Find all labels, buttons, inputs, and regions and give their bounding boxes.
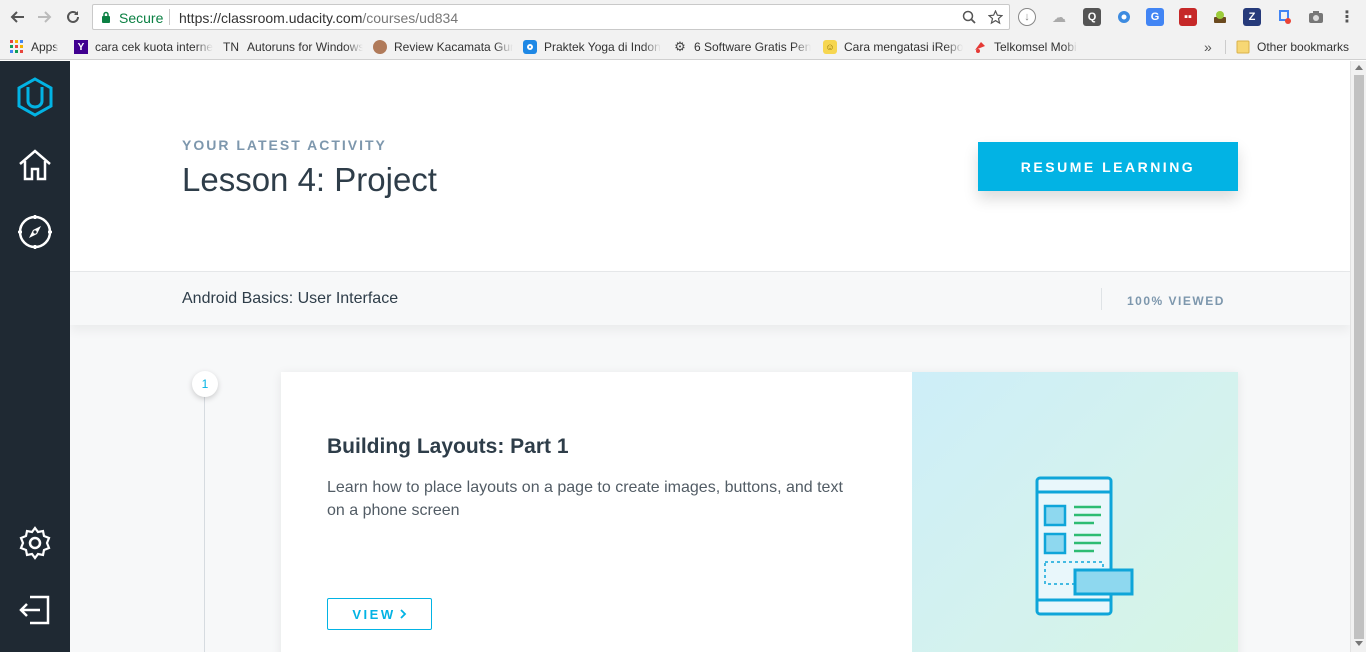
bookmark-label: Apps — [31, 40, 59, 54]
bookmarks-divider — [1225, 40, 1226, 54]
browser-toolbar: Secure https://classroom.udacity.com/cou… — [0, 0, 1366, 34]
view-lesson-button[interactable]: VIEW — [327, 598, 432, 630]
lesson-card-title: Building Layouts: Part 1 — [327, 435, 569, 458]
address-bar[interactable]: Secure https://classroom.udacity.com/cou… — [92, 4, 1010, 30]
bookmark-item[interactable]: ⚙ 6 Software Gratis Pen — [673, 38, 813, 56]
bookmark-label: Telkomsel Mobi — [994, 40, 1077, 54]
other-bookmarks-label: Other bookmarks — [1257, 40, 1350, 54]
shield-extension-icon[interactable] — [1115, 8, 1133, 26]
course-bar-divider — [1101, 288, 1102, 310]
bookmarks-bar: Apps Y cara cek kuota interne TN Autorun… — [0, 34, 1366, 60]
home-icon[interactable] — [15, 145, 55, 185]
cloud-extension-icon[interactable]: ☁ — [1050, 8, 1068, 26]
menu-extension-icon[interactable]: ▪▪ — [1179, 8, 1197, 26]
bookmark-item[interactable]: ☺ Cara mengatasi iRepo — [823, 38, 963, 56]
blue-square-icon — [523, 40, 537, 54]
forward-arrow-icon[interactable] — [34, 6, 56, 28]
bookmark-star-icon[interactable] — [987, 9, 1003, 25]
reload-icon[interactable] — [62, 6, 84, 28]
yellow-face-icon: ☺ — [823, 40, 837, 54]
download-extension-icon[interactable]: ↓ — [1018, 8, 1036, 26]
bookmark-label: Praktek Yoga di Indon — [544, 40, 661, 54]
camera-extension-icon[interactable] — [1307, 8, 1325, 26]
resume-learning-button[interactable]: RESUME LEARNING — [978, 142, 1238, 191]
app-sidebar — [0, 61, 70, 652]
url-text[interactable]: https://classroom.udacity.com/courses/ud… — [179, 10, 458, 26]
bookmark-item[interactable]: Telkomsel Mobi — [973, 38, 1093, 56]
bookmarks-overflow-button[interactable]: » — [1204, 38, 1218, 56]
page-scrollbar[interactable] — [1350, 61, 1366, 652]
bookmark-item[interactable]: Review Kacamata Gur — [373, 38, 513, 56]
yahoo-icon: Y — [74, 40, 88, 54]
plant-extension-icon[interactable] — [1211, 8, 1229, 26]
compass-icon[interactable] — [15, 212, 55, 252]
course-bar: Android Basics: User Interface 100% VIEW… — [70, 272, 1350, 325]
scroll-up-arrow-icon[interactable] — [1355, 65, 1363, 70]
url-path: /courses/ud834 — [362, 10, 459, 26]
scroll-thumb[interactable] — [1354, 75, 1364, 639]
chrome-menu-icon[interactable]: ⋮ — [1338, 8, 1356, 26]
keep-extension-icon[interactable]: Q — [1083, 8, 1101, 26]
bookmark-item[interactable]: TN Autoruns for Windows — [223, 38, 363, 56]
url-host: https://classroom.udacity.com — [179, 10, 363, 26]
gear-favicon: ⚙ — [674, 39, 686, 54]
course-name[interactable]: Android Basics: User Interface — [182, 290, 398, 308]
tn-icon: TN — [223, 40, 239, 54]
bookmark-label: Autoruns for Windows — [247, 40, 363, 54]
latest-activity-label: YOUR LATEST ACTIVITY — [182, 137, 387, 153]
lesson-title: Lesson 4: Project — [182, 161, 437, 198]
folder-icon — [1236, 40, 1250, 54]
bookmark-item[interactable]: Praktek Yoga di Indon — [523, 38, 663, 56]
bookmark-item[interactable]: Y cara cek kuota interne — [74, 38, 214, 56]
back-arrow-icon[interactable] — [6, 6, 28, 28]
lesson-card: Building Layouts: Part 1 Learn how to pl… — [281, 372, 1238, 652]
bookmark-label: 6 Software Gratis Pen — [694, 40, 812, 54]
omnibox-divider — [169, 9, 170, 25]
lesson-timeline — [204, 391, 205, 652]
view-button-label: VIEW — [352, 606, 396, 622]
translate-extension-icon[interactable]: G — [1146, 8, 1164, 26]
zotero-extension-icon[interactable]: Z — [1243, 8, 1261, 26]
bookmark-apps[interactable]: Apps — [10, 38, 66, 56]
phone-layout-illustration — [912, 372, 1238, 652]
telkomsel-icon — [973, 40, 987, 54]
progress-viewed-label: 100% VIEWED — [1127, 294, 1225, 308]
lesson-card-description: Learn how to place layouts on a page to … — [327, 479, 843, 519]
lesson-number-badge: 1 — [192, 371, 218, 397]
bookmark-label: Cara mengatasi iRepo — [844, 40, 963, 54]
scroll-down-arrow-icon[interactable] — [1355, 641, 1363, 646]
settings-gear-icon[interactable] — [15, 523, 55, 563]
other-bookmarks-folder[interactable]: Other bookmarks — [1236, 38, 1364, 56]
apps-grid-icon — [10, 40, 24, 54]
main-content: YOUR LATEST ACTIVITY Lesson 4: Project R… — [70, 61, 1350, 652]
udacity-logo-icon[interactable] — [15, 77, 55, 117]
bookmark-label: cara cek kuota interne — [95, 40, 214, 54]
lock-icon — [101, 10, 111, 23]
bookmark-label: Review Kacamata Gur — [394, 40, 513, 54]
avatar-icon — [373, 40, 387, 54]
secure-label: Secure — [119, 10, 164, 26]
chevron-right-icon — [399, 607, 407, 622]
zoom-icon[interactable] — [961, 9, 977, 25]
redirect-extension-icon[interactable] — [1275, 8, 1293, 26]
latest-activity-panel: YOUR LATEST ACTIVITY Lesson 4: Project R… — [70, 61, 1350, 272]
logout-icon[interactable] — [15, 590, 55, 630]
